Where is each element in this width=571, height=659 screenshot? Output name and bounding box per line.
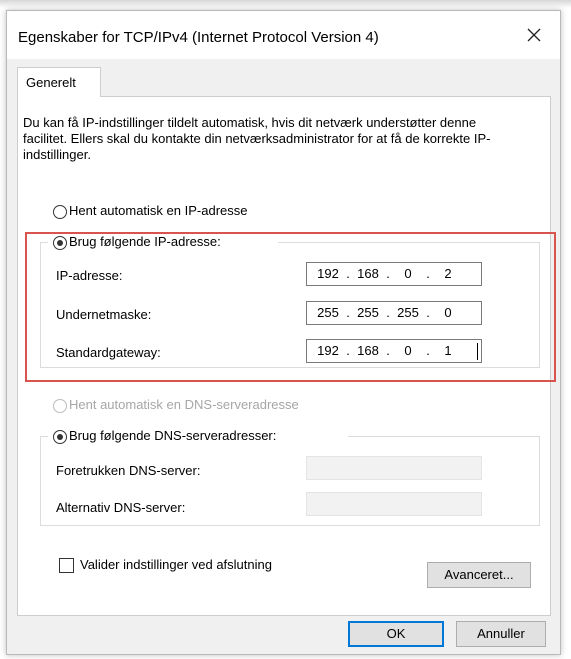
description-text: Du kan få IP-indstillinger tildelt autom… [23,115,491,162]
alternate-dns-field[interactable] [306,492,482,516]
preferred-dns-label: Foretrukken DNS-server: [56,463,201,478]
tab-generelt[interactable]: Generelt [17,67,101,97]
ok-button[interactable]: OK [348,621,444,647]
dns-auto-radio[interactable] [53,399,67,413]
tab-label: Generelt [26,75,76,90]
alternate-dns-label: Alternativ DNS-server: [56,500,186,515]
close-icon[interactable] [522,23,546,47]
background-strip [0,0,571,8]
validate-label[interactable]: Valider indstillinger ved afslutning [80,557,272,572]
ip-auto-radio[interactable] [53,205,67,219]
advanced-button[interactable]: Avanceret... [427,562,531,588]
dns-auto-label[interactable]: Hent automatisk en DNS-serveradresse [69,397,299,412]
validate-checkbox[interactable] [59,558,74,573]
window-title: Egenskaber for TCP/IPv4 (Internet Protoc… [18,29,379,46]
ip-auto-label[interactable]: Hent automatisk en IP-adresse [69,203,247,218]
dns-manual-label[interactable]: Brug følgende DNS-serveradresser: [69,428,276,443]
highlight-box [25,232,556,382]
preferred-dns-field[interactable] [306,456,482,480]
cancel-button[interactable]: Annuller [456,621,546,647]
title-bar[interactable]: Egenskaber for TCP/IPv4 (Internet Protoc… [7,11,560,59]
dns-manual-radio[interactable] [53,430,67,444]
